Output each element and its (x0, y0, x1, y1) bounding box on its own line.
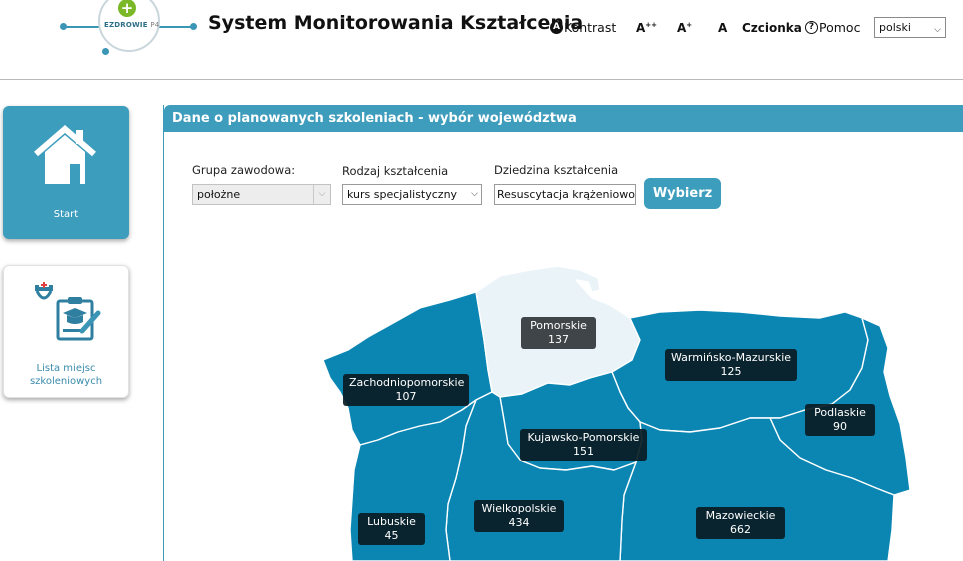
region-name: Podlaskie (814, 406, 866, 419)
region-value: 107 (395, 390, 417, 403)
region-label-warminsko-mazurskie[interactable]: Warmińsko-Mazurskie 125 (665, 349, 797, 381)
region-name: Kujawsko-Pomorskie (527, 431, 640, 444)
region-name: Lubuskie (367, 515, 416, 528)
region-label-pomorskie[interactable]: Pomorskie 137 (521, 317, 596, 349)
region-name: Wielkopolskie (481, 502, 557, 515)
voivodeship-map (322, 265, 911, 561)
region-name: Mazowieckie (705, 509, 776, 522)
region-label-lubuskie[interactable]: Lubuskie 45 (358, 513, 425, 545)
region-label-wielkopolskie[interactable]: Wielkopolskie 434 (474, 500, 564, 532)
region-value: 137 (548, 333, 569, 346)
region-value: 662 (730, 523, 751, 536)
region-label-podlaskie[interactable]: Podlaskie 90 (805, 404, 875, 436)
region-name: Warmińsko-Mazurskie (671, 351, 792, 364)
region-label-mazowieckie[interactable]: Mazowieckie 662 (696, 507, 785, 539)
region-value: 151 (573, 445, 594, 458)
region-value: 434 (508, 516, 530, 529)
region-label-zachodniopomorskie[interactable]: Zachodniopomorskie 107 (343, 374, 469, 406)
region-name: Zachodniopomorskie (349, 376, 465, 389)
region-value: 45 (384, 529, 399, 542)
region-value: 125 (720, 365, 742, 378)
region-value: 90 (833, 420, 847, 433)
region-name: Pomorskie (530, 319, 587, 332)
region-label-kujawsko-pomorskie[interactable]: Kujawsko-Pomorskie 151 (520, 429, 647, 461)
